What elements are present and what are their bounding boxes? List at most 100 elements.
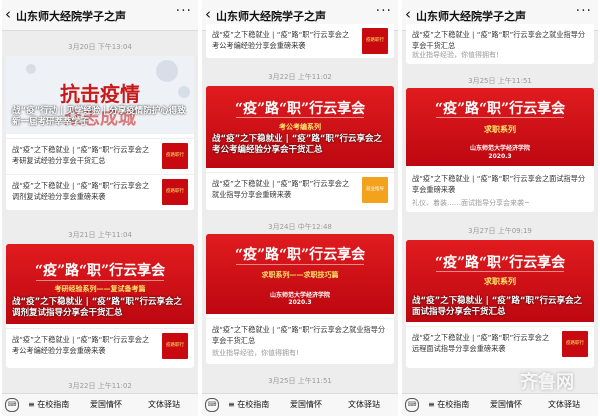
date-label: 2020.3 — [488, 153, 512, 160]
timestamp: 3月21日 上午11:04 — [68, 231, 132, 239]
article-card[interactable]: 战“疫”之下稳就业 | “疫”路“职”行云享会之考公考编经验分享会重磅来袭 疫路… — [206, 24, 394, 58]
article-title: 战“疫”之下稳就业 | “疫”路“职”行云享会之远程面试指导分享会重磅来袭 — [412, 333, 550, 353]
cover-title: “疫”路“职”行云享会 — [434, 101, 566, 117]
article-summary: 就业指导经验，你值得拥有! — [212, 349, 299, 357]
article-headline: 战“疫”之下稳就业 | “疫”路“职”行云享会之调剂复试指导分享会干货汇总 — [12, 297, 183, 318]
menu-item[interactable]: 爱国情怀 — [290, 399, 322, 410]
divider — [436, 117, 564, 118]
timestamp: 3月22日 上午11:02 — [268, 73, 332, 81]
divider — [236, 117, 364, 118]
divider — [36, 280, 164, 281]
divider — [236, 264, 364, 265]
cover-title: “疫”路“职”行云享会 — [434, 255, 566, 271]
more-dots-icon[interactable]: ··· — [576, 3, 592, 19]
article-summary: 就业指导经验，你值得拥有! — [412, 51, 499, 59]
cover-title: 抗击疫情 — [60, 82, 140, 106]
article-title: 战“疫”之下稳就业 | “疫”路“职”行云享会之考公考编经验分享会重磅来袭 — [12, 335, 150, 355]
article-title: 战“疫”之下稳就业 | “疫”路“职”行云享会之就业指导分享会干货汇总 — [212, 325, 386, 345]
menu-item[interactable]: ≡ 在校指南 — [428, 399, 469, 410]
cover-image[interactable]: “疫”路“职”行云享会 求职系列 战“疫”之下稳就业 | “疫”路“职”行云享会… — [406, 240, 594, 322]
list-item[interactable]: 战“疫”之下稳就业 | “疫”路“职”行云享会之就业指导分享会干货汇总 就业指导… — [206, 318, 394, 363]
virus-image — [26, 64, 36, 74]
menu-item[interactable]: ≡ 在校指南 — [228, 399, 269, 410]
menu-item[interactable]: 爱国情怀 — [90, 399, 122, 410]
cover-image[interactable]: 抗击疫情 众志成城 战“疫”行动 | 见学经验 | 分享疫情防护心得致新一届考研… — [6, 56, 194, 134]
article-card[interactable]: “疫”路“职”行云享会 求职系列 战“疫”之下稳就业 | “疫”路“职”行云享会… — [406, 240, 594, 368]
thumbnail: 疫路职行 — [162, 143, 188, 169]
date-label: 2020.3 — [288, 299, 312, 306]
article-title: 战“疫”之下稳就业 | “疫”路“职”行云享会之面试指导分享会重磅来袭 — [412, 174, 586, 194]
cover-title: “疫”路“职”行云享会 — [34, 263, 166, 279]
chat-panel-1: ‹ 山东师大经院学子之声 ··· 3月20日 下午13:04 抗击疫情 众志成城… — [2, 0, 198, 416]
list-item[interactable]: 战“疫”之下稳就业 | “疫”路“职”行云享会之远程面试指导分享会重磅来袭 疫路… — [406, 326, 594, 361]
keyboard-icon[interactable]: ⌨ — [5, 398, 19, 412]
article-summary: 礼仪、着装……面试指导分享会来袭~ — [412, 199, 530, 207]
article-headline: 战“疫”之下稳就业 | “疫”路“职”行云享会之考公考编经验分享会干货汇总 — [212, 134, 383, 155]
account-title: 山东师大经院学子之声 — [16, 10, 126, 23]
account-title: 山东师大经院学子之声 — [416, 10, 526, 23]
chat-panel-3: ‹ 山东师大经院学子之声 ··· 战“疫”之下稳就业 | “疫”路“职”行云享会… — [402, 0, 598, 416]
article-card[interactable]: “疫”路“职”行云享会 考公考编系列 战“疫”之下稳就业 | “疫”路“职”行云… — [206, 86, 394, 210]
thumbnail: 疫路职行 — [162, 333, 188, 359]
timestamp: 3月25日 上午11:51 — [468, 77, 532, 85]
list-item[interactable]: 战“疫”之下稳就业 | “疫”路“职”行云享会之就业指导分享会干货汇总 就业指导… — [406, 24, 594, 64]
cover-image[interactable]: “疫”路“职”行云享会 求职系列 山东师范大学经济学院 2020.3 — [406, 88, 594, 166]
cover-title: “疫”路“职”行云享会 — [234, 101, 366, 117]
back-arrow-icon[interactable]: ‹ — [205, 5, 211, 23]
thumbnail: 疫路职行 — [162, 179, 188, 205]
watermark-logo: 齐鲁网 — [520, 372, 574, 393]
back-arrow-icon[interactable]: ‹ — [5, 5, 11, 23]
article-card[interactable]: “疫”路“职”行云享会 求职系列——求职技巧篇 山东师范大学经济学院 2020.… — [206, 234, 394, 364]
menu-item[interactable]: 爱国情怀 — [490, 399, 522, 410]
cover-subtitle: 求职系列 — [484, 277, 516, 286]
thumbnail: 疫路职行 — [562, 331, 588, 357]
article-card[interactable]: 抗击疫情 众志成城 战“疫”行动 | 见学经验 | 分享疫情防护心得致新一届考研… — [6, 56, 194, 210]
chat-panel-2: ‹ 山东师大经院学子之声 ··· 战“疫”之下稳就业 | “疫”路“职”行云享会… — [202, 0, 398, 416]
bottom-menu: ⌨ ≡ 在校指南 爱国情怀 文体驿站 — [202, 393, 398, 416]
article-headline: 战“疫”行动 | 见学经验 | 分享疫情防护心得致新一届考研莘莘学子 — [12, 106, 186, 127]
list-item[interactable]: 战“疫”之下稳就业 | “疫”路“职”行云享会之考公考编经验分享会重磅来袭 疫路… — [6, 328, 194, 363]
thumbnail: 疫路职行 — [362, 28, 388, 54]
keyboard-icon[interactable]: ⌨ — [405, 398, 419, 412]
list-item[interactable]: 战“疫”之下稳就业 | “疫”路“职”行云享会之调剂复试经验分享会重磅来袭 疫路… — [6, 174, 194, 209]
menu-item[interactable]: ≡ 在校指南 — [28, 399, 69, 410]
divider — [436, 271, 564, 272]
cover-image[interactable]: “疫”路“职”行云享会 考公考编系列 战“疫”之下稳就业 | “疫”路“职”行云… — [206, 86, 394, 168]
keyboard-icon[interactable]: ⌨ — [205, 398, 219, 412]
menu-item[interactable]: 文体驿站 — [148, 399, 180, 410]
article-title: 战“疫”之下稳就业 | “疫”路“职”行云享会之就业指导分享会重磅来袭 — [212, 179, 350, 199]
timestamp: 3月27日 上午09:19 — [468, 227, 532, 235]
article-title: 战“疫”之下稳就业 | “疫”路“职”行云享会之调剂复试经验分享会重磅来袭 — [12, 181, 150, 201]
cover-subtitle: 求职系列 — [484, 125, 516, 134]
menu-item[interactable]: 文体驿站 — [548, 399, 580, 410]
timestamp: 3月22日 上午11:02 — [68, 382, 132, 390]
list-item[interactable]: 战“疫”之下稳就业 | “疫”路“职”行云享会之考公考编经验分享会重磅来袭 疫路… — [206, 24, 394, 58]
article-card[interactable]: 战“疫”之下稳就业 | “疫”路“职”行云享会之就业指导分享会干货汇总 就业指导… — [406, 24, 594, 64]
organization-label: 山东师范大学经济学院 — [269, 292, 330, 299]
more-dots-icon[interactable]: ··· — [176, 3, 192, 19]
cover-subtitle: 考研经验系列——复试备考篇 — [54, 285, 146, 293]
list-item[interactable]: 战“疫”之下稳就业 | “疫”路“职”行云享会之面试指导分享会重磅来袭 礼仪、着… — [406, 168, 594, 212]
cover-image[interactable]: “疫”路“职”行云享会 考研经验系列——复试备考篇 战“疫”之下稳就业 | “疫… — [6, 244, 194, 324]
timestamp: 3月24日 中午12:48 — [268, 223, 332, 231]
article-title: 战“疫”之下稳就业 | “疫”路“职”行云享会之考研复试经验分享会干货汇总 — [12, 145, 150, 165]
article-title: 战“疫”之下稳就业 | “疫”路“职”行云享会之就业指导分享会干货汇总 — [412, 30, 586, 50]
cover-image[interactable]: “疫”路“职”行云享会 求职系列——求职技巧篇 山东师范大学经济学院 2020.… — [206, 234, 394, 314]
thumbnail: 就业指导 — [362, 177, 388, 203]
article-card[interactable]: “疫”路“职”行云享会 求职系列 山东师范大学经济学院 2020.3 战“疫”之… — [406, 88, 594, 212]
article-card[interactable]: “疫”路“职”行云享会 考研经验系列——复试备考篇 战“疫”之下稳就业 | “疫… — [6, 244, 194, 368]
list-item[interactable]: 战“疫”之下稳就业 | “疫”路“职”行云享会之就业指导分享会重磅来袭 就业指导 — [206, 172, 394, 207]
chat-header: ‹ 山东师大经院学子之声 ··· — [2, 0, 198, 31]
list-item[interactable]: 战“疫”之下稳就业 | “疫”路“职”行云享会之考研复试经验分享会干货汇总 疫路… — [6, 138, 194, 173]
more-dots-icon[interactable]: ··· — [376, 3, 392, 19]
cover-subtitle: 考公考编系列 — [279, 123, 321, 131]
bottom-menu: ⌨ ≡ 在校指南 爱国情怀 文体驿站 — [402, 393, 598, 416]
article-title: 战“疫”之下稳就业 | “疫”路“职”行云享会之考公考编经验分享会重磅来袭 — [212, 30, 350, 50]
menu-item[interactable]: 文体驿站 — [348, 399, 380, 410]
cover-subtitle: 求职系列——求职技巧篇 — [261, 271, 339, 279]
account-title: 山东师大经院学子之声 — [216, 10, 326, 23]
back-arrow-icon[interactable]: ‹ — [405, 5, 411, 23]
bottom-menu: ⌨ ≡ 在校指南 爱国情怀 文体驿站 — [2, 393, 198, 416]
organization-label: 山东师范大学经济学院 — [469, 145, 530, 152]
cover-title: “疫”路“职”行云享会 — [234, 247, 366, 263]
